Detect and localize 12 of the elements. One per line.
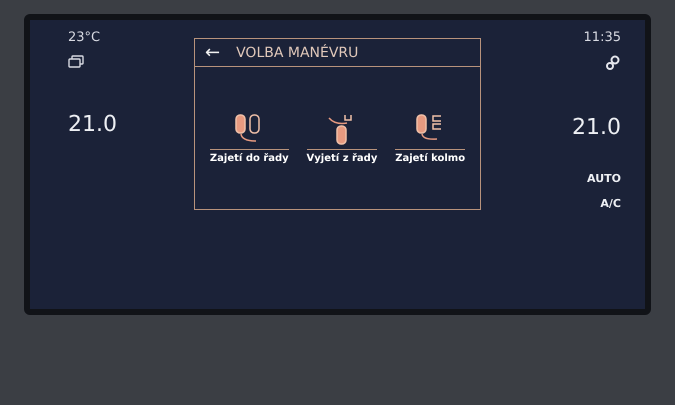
driver-temperature[interactable]: 21.0 [68, 112, 117, 137]
dialog-title: VOLBA MANÉVRU [236, 44, 358, 60]
maneuver-option[interactable]: Zajetí kolmo [395, 112, 466, 164]
maneuver-option[interactable]: Zajetí do řady [210, 112, 289, 164]
outside-temperature: 23°C [68, 30, 100, 45]
screens-icon[interactable] [68, 55, 84, 68]
maneuver-option[interactable]: Vyjetí z řady [306, 112, 378, 164]
climate-mode[interactable]: A/C [600, 197, 621, 210]
back-button[interactable]: ← [203, 42, 222, 63]
clock: 11:35 [584, 30, 621, 45]
climate-mode[interactable]: AUTO [587, 172, 621, 185]
passenger-temperature[interactable]: 21.0 [572, 115, 621, 140]
